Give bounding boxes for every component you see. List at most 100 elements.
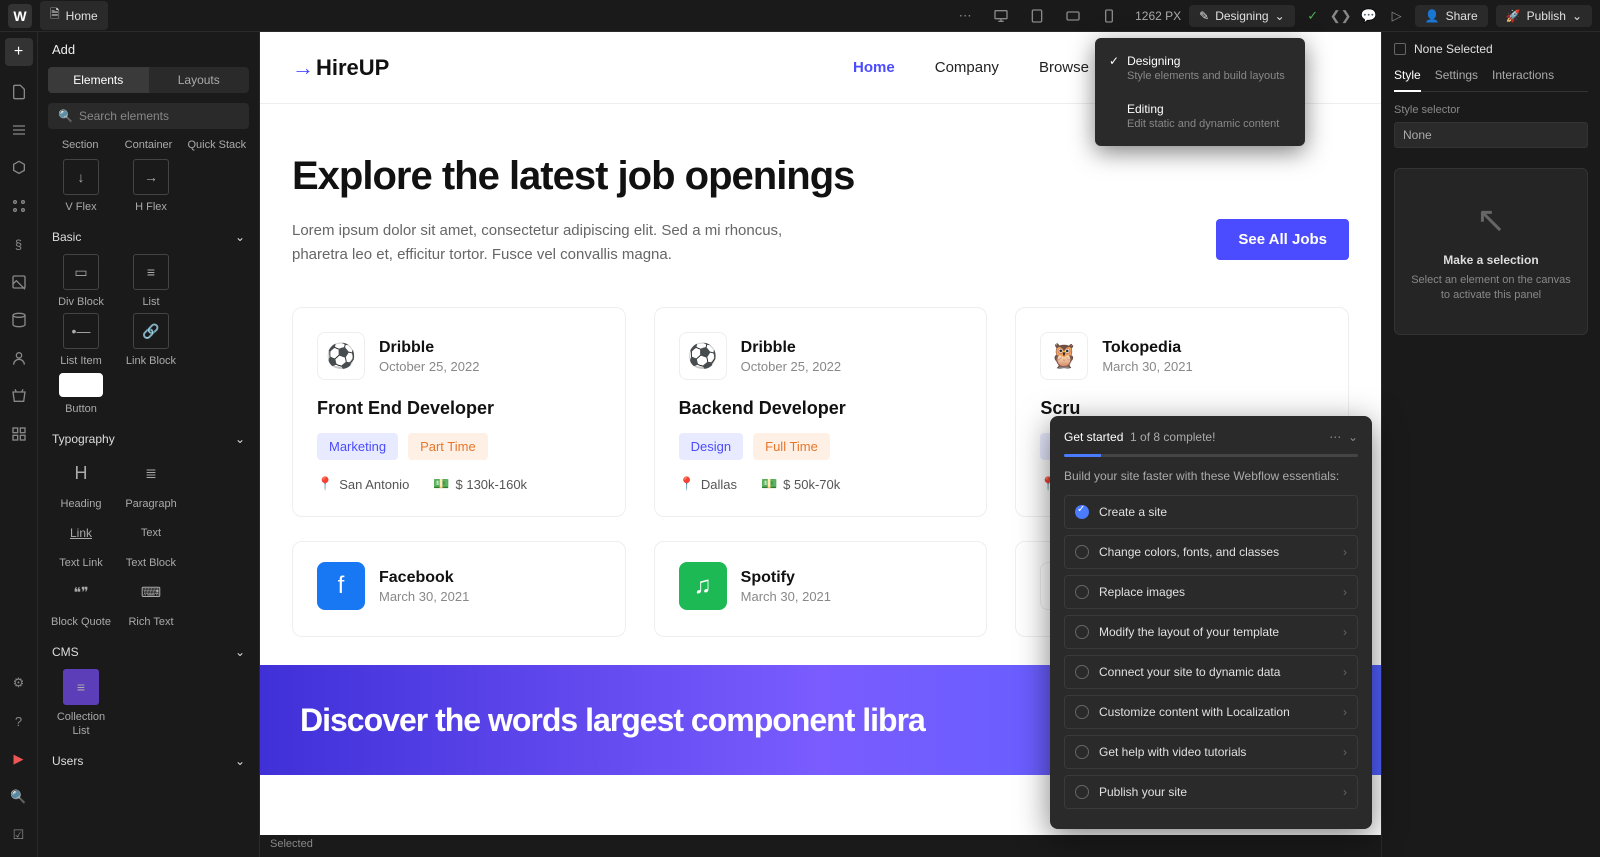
help-icon[interactable]: ? (7, 709, 31, 733)
checklist-item[interactable]: Modify the layout of your template› (1064, 615, 1358, 649)
elem-button[interactable]: Button (48, 373, 114, 416)
variables-icon[interactable] (7, 194, 31, 218)
desktop-icon[interactable] (991, 6, 1011, 26)
tab-style[interactable]: Style (1394, 68, 1421, 92)
checklist-item[interactable]: Connect your site to dynamic data› (1064, 655, 1358, 689)
nav-browse[interactable]: Browse (1039, 59, 1089, 76)
chevron-down-icon[interactable]: ⌄ (1348, 430, 1358, 444)
users-icon[interactable] (7, 346, 31, 370)
elem-hflex[interactable]: →H Flex (118, 159, 184, 214)
elem-vflex[interactable]: ↓V Flex (48, 159, 114, 214)
structure-labels: SectionContainerQuick Stack (38, 139, 259, 151)
job-card[interactable]: ♫SpotifyMarch 30, 2021 (654, 541, 988, 637)
banner-text: Discover the words largest component lib… (300, 702, 925, 739)
more-icon[interactable]: ⋯ (1329, 430, 1341, 444)
rocket-icon: 🚀 (1506, 9, 1521, 23)
tab-settings[interactable]: Settings (1435, 68, 1478, 91)
more-icon[interactable]: ⋯ (955, 6, 975, 26)
chevron-right-icon: › (1343, 705, 1347, 719)
checklist-item[interactable]: Get help with video tutorials› (1064, 735, 1358, 769)
tab-interactions[interactable]: Interactions (1492, 68, 1554, 91)
elem-collection-list[interactable]: ≡Collection List (48, 669, 114, 737)
add-panel-title: Add (38, 32, 259, 67)
comment-icon[interactable]: 💬 (1359, 6, 1379, 26)
style-selector-label: Style selector (1394, 104, 1588, 116)
apps-icon[interactable] (7, 422, 31, 446)
nav-company[interactable]: Company (935, 59, 999, 76)
chevron-down-icon: ⌄ (235, 754, 245, 768)
style-selector-input[interactable]: None (1394, 122, 1588, 148)
styles-icon[interactable]: § (7, 232, 31, 256)
mode-toggle[interactable]: ✎ Designing ⌄ (1189, 5, 1295, 27)
settings-icon[interactable]: ⚙ (7, 671, 31, 695)
elem-textlink[interactable]: LinkText Link (48, 515, 114, 570)
play-icon[interactable]: ▷ (1387, 6, 1407, 26)
mode-editing-option[interactable]: Editing Edit static and dynamic content (1095, 96, 1305, 136)
check-icon[interactable]: ✓ (1303, 6, 1323, 26)
ecommerce-icon[interactable] (7, 384, 31, 408)
spotify-icon: ♫ (679, 562, 727, 610)
check-circle-icon (1075, 665, 1089, 679)
tab-elements[interactable]: Elements (48, 67, 149, 93)
check-circle-icon (1075, 505, 1089, 519)
code-icon[interactable]: ❮❯ (1331, 6, 1351, 26)
elem-blockquote[interactable]: ❝❞Block Quote (48, 574, 114, 629)
tablet-icon[interactable] (1027, 6, 1047, 26)
components-icon[interactable] (7, 156, 31, 180)
elem-paragraph[interactable]: ≣Paragraph (118, 456, 184, 511)
chevron-right-icon: › (1343, 585, 1347, 599)
mode-label: Designing (1215, 9, 1268, 23)
search-input[interactable]: 🔍 Search elements (48, 103, 249, 129)
viewport-size: 1262 PX (1135, 9, 1181, 23)
see-all-button[interactable]: See All Jobs (1216, 219, 1349, 260)
assets-icon[interactable] (7, 270, 31, 294)
tab-layouts[interactable]: Layouts (149, 67, 250, 93)
checklist-title: Get started (1064, 430, 1123, 444)
salary-icon: 💵 (761, 476, 777, 492)
checklist-item[interactable]: Publish your site› (1064, 775, 1358, 809)
chevron-right-icon: › (1343, 545, 1347, 559)
elem-textblock[interactable]: TextText Block (118, 515, 184, 570)
section-basic[interactable]: Basic⌄ (38, 220, 259, 254)
person-icon: 👤 (1425, 9, 1440, 23)
elem-divblock[interactable]: ▭Div Block (48, 254, 114, 309)
mode-designing-option[interactable]: ✓Designing Style elements and build layo… (1095, 48, 1305, 88)
check-circle-icon (1075, 785, 1089, 799)
cms-icon[interactable] (7, 308, 31, 332)
elem-heading[interactable]: HHeading (48, 456, 114, 511)
checklist-item[interactable]: Customize content with Localization› (1064, 695, 1358, 729)
checkbox[interactable] (1394, 43, 1406, 55)
mobile-icon[interactable] (1099, 6, 1119, 26)
share-button[interactable]: 👤 Share (1415, 5, 1488, 27)
tablet-landscape-icon[interactable] (1063, 6, 1083, 26)
checklist-progress: 1 of 8 complete! (1130, 430, 1215, 444)
audit-icon[interactable]: ☑ (7, 823, 31, 847)
facebook-icon: f (317, 562, 365, 610)
job-card[interactable]: ⚽DribbleOctober 25, 2022 Backend Develop… (654, 307, 988, 517)
checklist-item[interactable]: Create a site (1064, 495, 1358, 529)
section-users[interactable]: Users⌄ (38, 744, 259, 778)
publish-button[interactable]: 🚀 Publish ⌄ (1496, 5, 1592, 27)
job-card[interactable]: fFacebookMarch 30, 2021 (292, 541, 626, 637)
section-cms[interactable]: CMS⌄ (38, 635, 259, 669)
pages-icon[interactable] (7, 80, 31, 104)
video-icon[interactable]: ▶ (7, 747, 31, 771)
chevron-down-icon: ⌄ (235, 230, 245, 244)
checklist-item[interactable]: Replace images› (1064, 575, 1358, 609)
check-circle-icon (1075, 585, 1089, 599)
site-logo[interactable]: →HireUP (292, 55, 389, 81)
elem-list[interactable]: ≡List (118, 254, 184, 309)
section-typography[interactable]: Typography⌄ (38, 422, 259, 456)
checklist-item[interactable]: Change colors, fonts, and classes› (1064, 535, 1358, 569)
job-card[interactable]: ⚽DribbleOctober 25, 2022 Front End Devel… (292, 307, 626, 517)
elem-linkblock[interactable]: 🔗Link Block (118, 313, 184, 368)
elem-richtext[interactable]: ⌨Rich Text (118, 574, 184, 629)
breadcrumb[interactable]: 🗎 Home (40, 1, 108, 30)
add-icon[interactable]: + (5, 38, 33, 66)
elem-listitem[interactable]: •—List Item (48, 313, 114, 368)
search-icon[interactable]: 🔍 (7, 785, 31, 809)
nav-home[interactable]: Home (853, 59, 895, 76)
navigator-icon[interactable] (7, 118, 31, 142)
status-bar: Selected (260, 835, 1381, 857)
webflow-logo-icon[interactable]: W (8, 4, 32, 28)
